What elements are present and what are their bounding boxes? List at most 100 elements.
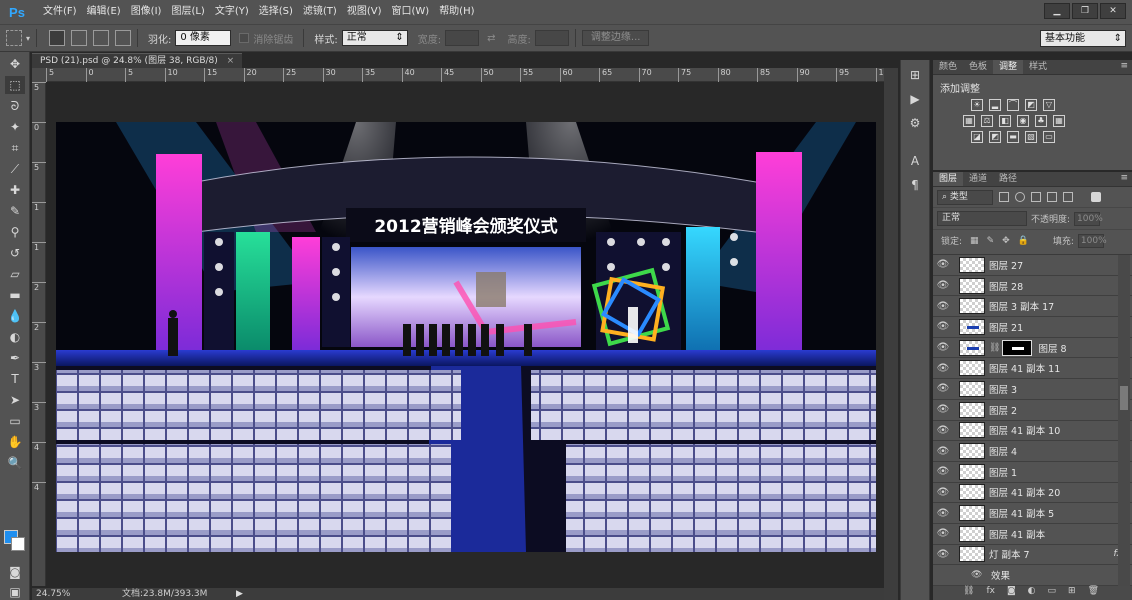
workspace-select[interactable]: 基本功能 ⇕ bbox=[1040, 30, 1126, 47]
eyedropper-icon[interactable]: ⟋ bbox=[5, 160, 25, 178]
intersect-selection-icon[interactable] bbox=[115, 30, 132, 46]
height-input[interactable] bbox=[534, 30, 569, 46]
visibility-eye-icon[interactable]: 👁 bbox=[933, 528, 953, 539]
blur-tool-icon[interactable]: 💧 bbox=[5, 307, 25, 325]
fill-input[interactable]: 100% bbox=[1077, 233, 1107, 248]
layer-row[interactable]: 👁 图层 2 bbox=[933, 400, 1132, 421]
lock-transparent-icon[interactable]: ▦ bbox=[970, 236, 979, 246]
lock-image-icon[interactable]: ✎ bbox=[987, 236, 995, 246]
visibility-eye-icon[interactable]: 👁 bbox=[933, 383, 953, 394]
new-layer-icon[interactable]: ⊞ bbox=[1068, 586, 1076, 600]
shape-filter-icon[interactable] bbox=[1047, 192, 1057, 202]
canvas-vertical-scrollbar[interactable] bbox=[884, 68, 898, 600]
layers-panel-tab[interactable]: 通道 bbox=[963, 172, 993, 186]
visibility-eye-icon[interactable]: 👁 bbox=[933, 549, 953, 560]
visibility-eye-icon[interactable]: 👁 bbox=[933, 321, 953, 332]
layer-row[interactable]: 👁 图层 21 bbox=[933, 317, 1132, 338]
adjustment-filter-icon[interactable] bbox=[1015, 192, 1025, 202]
minimize-button[interactable]: ▁ bbox=[1044, 3, 1070, 19]
layer-row[interactable]: 👁 图层 27 bbox=[933, 255, 1132, 276]
layer-row[interactable]: 👁灯 副本 7fx bbox=[933, 545, 1132, 566]
invert-icon[interactable]: ◪ bbox=[971, 131, 983, 143]
visibility-eye-icon[interactable]: 👁 bbox=[933, 404, 953, 415]
adjustments-panel-tab[interactable]: 样式 bbox=[1023, 60, 1053, 74]
layer-row[interactable]: 👁 图层 41 副本 20 bbox=[933, 483, 1132, 504]
layer-row[interactable]: 👁 ⛓ 图层 8 bbox=[933, 338, 1132, 359]
visibility-eye-icon[interactable]: 👁 bbox=[933, 342, 953, 353]
visibility-eye-icon[interactable]: 👁 bbox=[933, 446, 953, 457]
vibrance-icon[interactable]: ▽ bbox=[1043, 99, 1055, 111]
add-mask-icon[interactable]: ◙ bbox=[1007, 586, 1016, 600]
panel-menu-icon[interactable]: ≡ bbox=[1120, 61, 1128, 71]
screen-mode-icon[interactable]: ▣ bbox=[5, 583, 25, 600]
blend-mode-select[interactable]: 正常 bbox=[937, 211, 1027, 226]
menu-item[interactable]: 选择(S) bbox=[254, 0, 298, 24]
layer-row[interactable]: 👁 图层 41 副本 bbox=[933, 524, 1132, 545]
pixel-filter-icon[interactable] bbox=[999, 192, 1009, 202]
new-group-icon[interactable]: ▭ bbox=[1048, 586, 1057, 600]
new-selection-icon[interactable] bbox=[49, 30, 66, 46]
black-white-icon[interactable]: ◧ bbox=[999, 115, 1011, 127]
layers-scrollbar[interactable] bbox=[1118, 255, 1130, 587]
background-color-swatch[interactable] bbox=[11, 537, 25, 551]
paragraph-panel-icon[interactable]: ¶ bbox=[905, 176, 925, 194]
layer-row[interactable]: 👁 图层 41 副本 10 bbox=[933, 421, 1132, 442]
lock-position-icon[interactable]: ✥ bbox=[1002, 236, 1010, 246]
shape-tool-icon[interactable]: ▭ bbox=[5, 412, 25, 430]
clone-stamp-icon[interactable]: ⚲ bbox=[5, 223, 25, 241]
adjustments-panel-tab[interactable]: 色板 bbox=[963, 60, 993, 74]
layer-row[interactable]: 👁 图层 28 bbox=[933, 276, 1132, 297]
style-select[interactable]: 正常 ⇕ bbox=[341, 30, 408, 46]
menu-item[interactable]: 帮助(H) bbox=[434, 0, 479, 24]
refine-edge-button[interactable]: 调整边缘... bbox=[581, 30, 650, 46]
character-panel-icon[interactable]: A bbox=[905, 152, 925, 170]
menu-item[interactable]: 文字(Y) bbox=[210, 0, 254, 24]
close-tab-icon[interactable]: × bbox=[227, 56, 235, 66]
layers-scrollbar-thumb[interactable] bbox=[1120, 386, 1128, 410]
levels-icon[interactable]: ▂ bbox=[989, 99, 1001, 111]
adjustments-panel-tab[interactable]: 调整 bbox=[993, 60, 1024, 74]
healing-brush-icon[interactable]: ✚ bbox=[5, 181, 25, 199]
adjustments-panel-tab[interactable]: 颜色 bbox=[933, 60, 963, 74]
swap-icon[interactable]: ⇄ bbox=[487, 33, 495, 44]
photo-filter-icon[interactable]: ◉ bbox=[1017, 115, 1029, 127]
delete-layer-icon[interactable]: 🗑 bbox=[1088, 586, 1099, 600]
zoom-tool-icon[interactable]: 🔍 bbox=[5, 454, 25, 472]
menu-item[interactable]: 滤镜(T) bbox=[298, 0, 342, 24]
visibility-eye-icon[interactable]: 👁 bbox=[933, 280, 953, 291]
crop-tool-icon[interactable]: ⌗ bbox=[5, 139, 25, 157]
hue-saturation-icon[interactable]: ▦ bbox=[963, 115, 975, 127]
marquee-tool-icon[interactable]: ⬚ bbox=[5, 76, 25, 94]
move-tool-icon[interactable]: ✥ bbox=[5, 55, 25, 73]
layers-panel-tab[interactable]: 图层 bbox=[933, 172, 964, 186]
close-button[interactable]: ✕ bbox=[1100, 3, 1126, 19]
layer-row[interactable]: 👁 图层 3 bbox=[933, 379, 1132, 400]
menu-item[interactable]: 图层(L) bbox=[166, 0, 209, 24]
document-tab[interactable]: PSD (21).psd @ 24.8% (图层 38, RGB/8) × bbox=[32, 53, 243, 68]
history-panel-icon[interactable]: ⊞ bbox=[905, 66, 925, 84]
antialias-checkbox[interactable] bbox=[239, 33, 250, 43]
gradient-map-icon[interactable]: ▧ bbox=[1025, 131, 1037, 143]
quick-mask-icon[interactable]: ◙ bbox=[5, 563, 25, 581]
channel-mixer-icon[interactable]: ♣ bbox=[1035, 115, 1047, 127]
visibility-eye-icon[interactable]: 👁 bbox=[933, 259, 953, 270]
feather-input[interactable]: 0 像素 bbox=[175, 30, 232, 46]
zoom-level[interactable]: 24.75% bbox=[36, 588, 70, 600]
canvas-area[interactable]: 2012营销峰会颁奖仪式 bbox=[46, 82, 884, 586]
menu-item[interactable]: 文件(F) bbox=[38, 0, 82, 24]
layer-filter-select[interactable]: ⌕ 类型 bbox=[937, 189, 993, 205]
color-balance-icon[interactable]: ⚖ bbox=[981, 115, 993, 127]
posterize-icon[interactable]: ◩ bbox=[989, 131, 1001, 143]
visibility-eye-icon[interactable]: 👁 bbox=[933, 487, 953, 498]
visibility-eye-icon[interactable]: 👁 bbox=[933, 301, 953, 312]
layer-row[interactable]: 👁 图层 4 bbox=[933, 441, 1132, 462]
brush-tool-icon[interactable]: ✎ bbox=[5, 202, 25, 220]
mask-link-icon[interactable]: ⛓ bbox=[989, 343, 1000, 353]
magic-wand-icon[interactable]: ✦ bbox=[5, 118, 25, 136]
opacity-input[interactable]: 100% bbox=[1074, 211, 1103, 226]
properties-panel-icon[interactable]: ⚙ bbox=[905, 114, 925, 132]
type-filter-icon[interactable] bbox=[1031, 192, 1041, 202]
chevron-down-icon[interactable]: ▾ bbox=[26, 34, 30, 43]
pen-tool-icon[interactable]: ✒ bbox=[5, 349, 25, 367]
gradient-icon[interactable]: ▬ bbox=[5, 286, 25, 304]
